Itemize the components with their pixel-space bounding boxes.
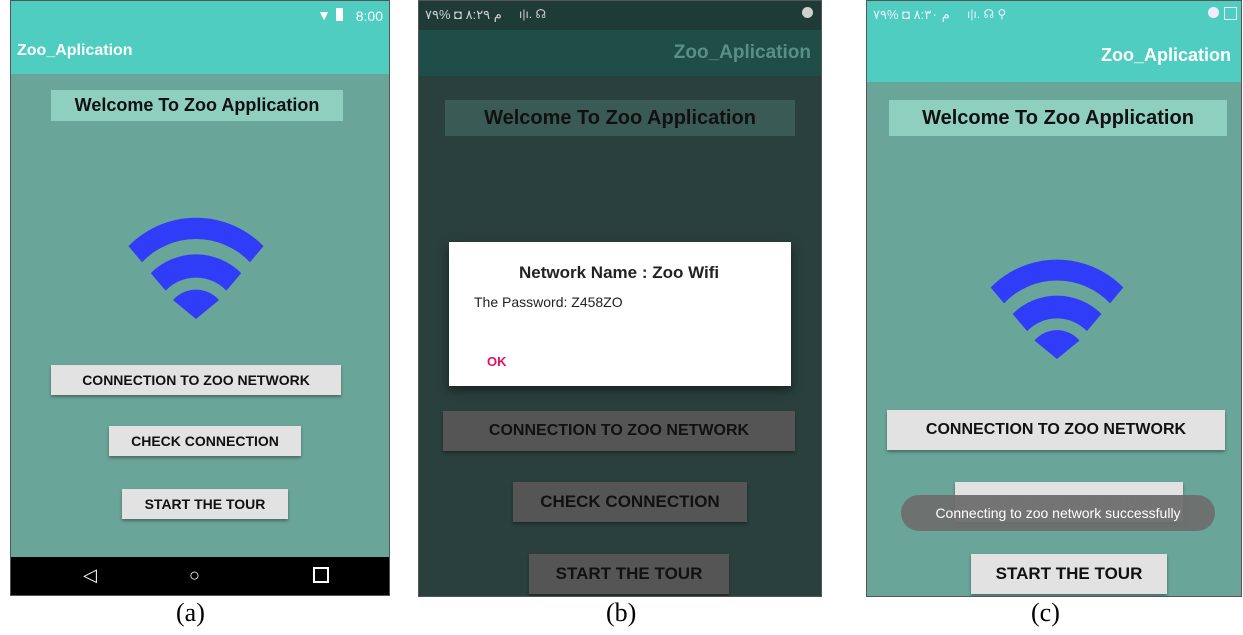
app-bar: Zoo_Aplication xyxy=(867,30,1241,82)
app-title: Zoo_Aplication xyxy=(17,42,133,59)
status-bar: ▼ 8:00 xyxy=(11,1,389,31)
start-the-tour-button[interactable]: START THE TOUR xyxy=(971,554,1167,594)
app-title: Zoo_Aplication xyxy=(1101,45,1231,65)
dialog-ok-button[interactable]: OK xyxy=(487,354,507,369)
caption-a: (a) xyxy=(176,598,205,627)
wifi-status-icon: ▼ xyxy=(317,7,331,23)
home-icon[interactable]: ○ xyxy=(189,565,200,586)
connection-to-zoo-network-button[interactable]: CONNECTION TO ZOO NETWORK xyxy=(443,411,795,451)
dialog-message: The Password: Z458ZO xyxy=(474,294,623,310)
welcome-banner: Welcome To Zoo Application xyxy=(51,90,343,121)
status-text: م ٨:٢٩ ◘ %٧٩ xyxy=(425,7,502,22)
status-bar: م ٨:٣٠ ◘ %٧٩ ı|ı. ☊ ⚲ xyxy=(867,1,1241,30)
caption-b: (b) xyxy=(606,598,637,627)
phone-screen-c: م ٨:٣٠ ◘ %٧٩ ı|ı. ☊ ⚲ Zoo_Aplication Wel… xyxy=(866,0,1242,597)
app-bar: Zoo_Aplication xyxy=(419,30,821,76)
status-text: م ٨:٣٠ ◘ %٧٩ xyxy=(873,7,950,22)
start-the-tour-button[interactable]: START THE TOUR xyxy=(529,554,729,594)
status-time: 8:00 xyxy=(355,8,383,24)
navigation-bar: ◁ ○ xyxy=(11,557,389,595)
welcome-banner: Welcome To Zoo Application xyxy=(445,100,795,136)
check-connection-button[interactable]: CHECK CONNECTION xyxy=(513,482,747,522)
recents-icon[interactable] xyxy=(313,567,329,583)
connection-to-zoo-network-button[interactable]: CONNECTION TO ZOO NETWORK xyxy=(887,410,1225,450)
wifi-icon xyxy=(128,217,264,319)
battery-icon xyxy=(336,8,343,21)
welcome-banner: Welcome To Zoo Application xyxy=(889,100,1227,136)
back-icon[interactable]: ◁ xyxy=(83,565,97,586)
notification-icon xyxy=(802,7,813,18)
signal-icon: ı|ı. ☊ xyxy=(519,7,547,21)
signal-icon: ı|ı. ☊ ⚲ xyxy=(967,7,1007,21)
phone-screen-a: ▼ 8:00 Zoo_Aplication Welcome To Zoo App… xyxy=(10,0,390,596)
toast-message: Connecting to zoo network successfully xyxy=(901,495,1215,531)
battery-icon xyxy=(1224,7,1237,20)
start-the-tour-button[interactable]: START THE TOUR xyxy=(122,489,288,519)
app-title: Zoo_Aplication xyxy=(673,42,811,63)
wifi-icon xyxy=(990,259,1124,359)
caption-c: (c) xyxy=(1031,598,1060,627)
status-bar: م ٨:٢٩ ◘ %٧٩ ı|ı. ☊ xyxy=(419,1,821,30)
app-bar: Zoo_Aplication xyxy=(11,31,389,74)
notification-icon xyxy=(1208,7,1219,18)
dialog-title: Network Name : Zoo Wifi xyxy=(519,263,720,282)
check-connection-button[interactable]: CHECK CONNECTION xyxy=(109,426,301,456)
phone-screen-b: م ٨:٢٩ ◘ %٧٩ ı|ı. ☊ Zoo_Aplication Welco… xyxy=(418,0,822,597)
connection-to-zoo-network-button[interactable]: CONNECTION TO ZOO NETWORK xyxy=(51,365,341,395)
wifi-info-dialog: Network Name : Zoo Wifi The Password: Z4… xyxy=(449,242,791,386)
